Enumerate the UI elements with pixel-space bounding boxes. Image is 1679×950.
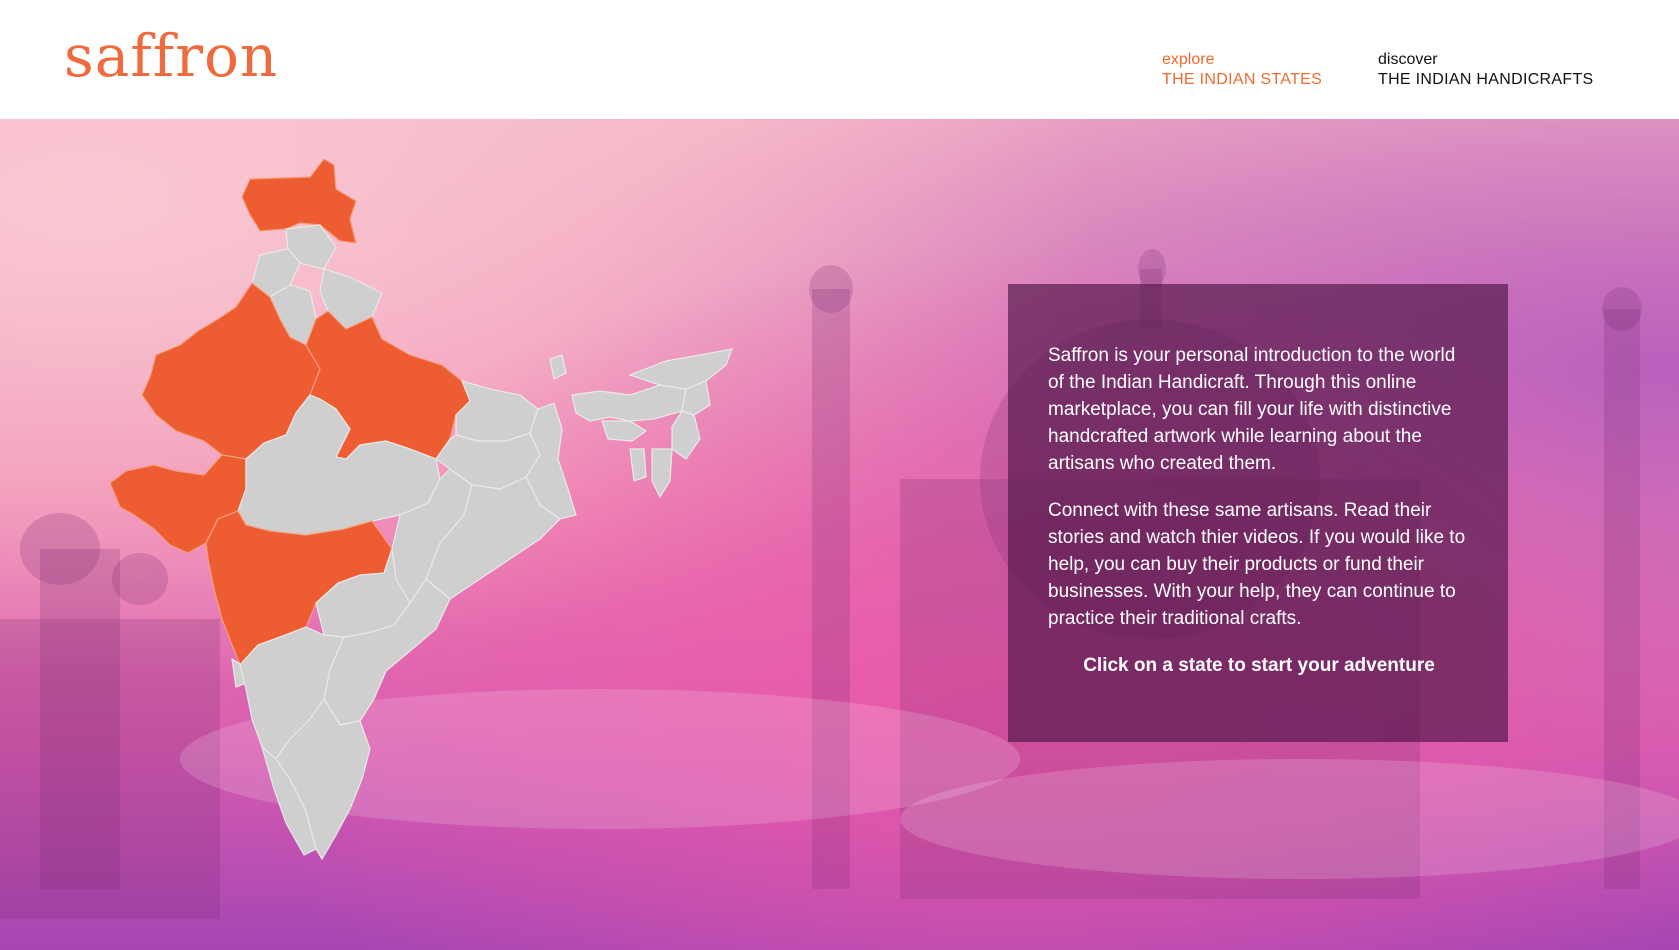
site-header: saffron explore THE INDIAN STATES discov… [0,0,1679,119]
state-manipur[interactable] [671,410,701,460]
state-mizoram[interactable] [651,448,673,499]
nav-explore-label: explore [1162,51,1215,68]
saffron-logo[interactable]: saffron [64,22,278,90]
state-arunachal-pradesh[interactable] [628,348,733,390]
nav-discover-handicrafts[interactable]: discover THE INDIAN HANDICRAFTS [1378,50,1594,90]
state-sikkim[interactable] [549,354,567,380]
connect-paragraph: Connect with these same artisans. Read t… [1048,500,1466,629]
state-assam[interactable] [571,384,687,422]
state-tripura[interactable] [629,448,647,482]
state-bihar[interactable] [455,380,539,442]
nav-explore-indian-states[interactable]: explore THE INDIAN STATES [1162,50,1322,90]
start-adventure-cta[interactable]: Click on a state to start your adventure [1048,652,1470,679]
intro-panel: Saffron is your personal introduction to… [1008,284,1508,742]
india-map[interactable] [110,159,790,889]
nav-discover-title: THE INDIAN HANDICRAFTS [1378,71,1594,88]
intro-paragraph: Saffron is your personal introduction to… [1048,345,1456,474]
state-meghalaya[interactable] [601,420,648,442]
nav-explore-title: THE INDIAN STATES [1162,71,1323,88]
hero-background: Saffron is your personal introduction to… [0,119,1679,950]
nav-discover-label: discover [1378,51,1438,68]
